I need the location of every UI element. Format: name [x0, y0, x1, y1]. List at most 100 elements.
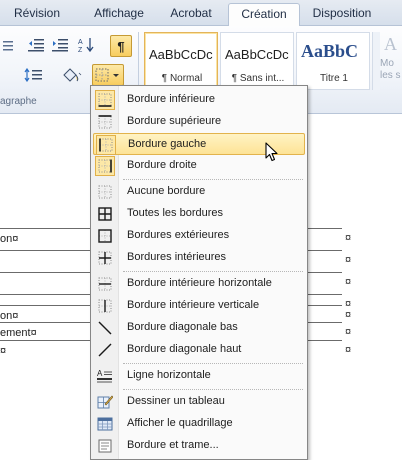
table-cell[interactable] [306, 228, 342, 250]
increase-indent-button[interactable] [50, 34, 70, 56]
menu-item-diagonal-down-border[interactable]: Bordure diagonale bas [93, 317, 305, 339]
diagonal-up-border-icon [97, 342, 113, 358]
border-left-icon [96, 135, 116, 155]
table-cell[interactable] [306, 272, 342, 294]
end-of-row-mark: ¤ [345, 344, 352, 356]
style-no-spacing[interactable]: AaBbCcDc ¶ Sans int... [220, 32, 294, 90]
border-top-icon [97, 114, 113, 130]
border-bottom-icon [95, 90, 115, 110]
line-spacing-icon [24, 68, 42, 82]
styles-gallery-scrollbar[interactable] [372, 32, 380, 90]
borders-dropdown-button[interactable] [92, 64, 124, 86]
end-of-row-mark: ¤ [345, 309, 352, 321]
tab-creation[interactable]: Création [228, 3, 300, 27]
menu-item-label: Bordure inférieure [127, 93, 216, 105]
table-cell[interactable]: on¤ [0, 228, 96, 250]
table-cell[interactable] [0, 272, 96, 294]
menu-item-label: Bordure droite [127, 159, 197, 171]
menu-item-inside-vertical-border[interactable]: Bordure intérieure verticale [93, 295, 305, 317]
end-of-row-mark: ¤ [345, 232, 352, 244]
horizontal-line-icon: A [97, 368, 113, 384]
menu-item-label: Ligne horizontale [127, 369, 211, 381]
table-cell[interactable]: ¤ [0, 340, 96, 362]
change-styles-label-2: les s [380, 70, 401, 81]
change-styles-label-1: Mo [380, 58, 394, 69]
bullets-list-icon [3, 41, 13, 51]
menu-item-label: Bordure diagonale haut [127, 343, 242, 355]
menu-item-inside-horizontal-border[interactable]: Bordure intérieure horizontale [93, 273, 305, 295]
diagonal-down-border-icon [97, 320, 113, 336]
sort-button[interactable]: AZ [76, 34, 98, 56]
style-name: ¶ Sans int... [231, 73, 285, 84]
paragraph-group-label: agraphe [0, 96, 37, 107]
borders-shading-icon [97, 438, 113, 454]
menu-item-view-gridlines[interactable]: Afficher le quadrillage [93, 413, 305, 435]
style-sample: AaBbC [301, 41, 359, 61]
menu-item-label: Aucune bordure [127, 185, 206, 197]
menu-separator [123, 363, 303, 364]
inside-borders-icon [97, 250, 113, 266]
borders-icon [95, 68, 119, 82]
sort-az-icon: AZ [78, 38, 94, 53]
change-styles-button[interactable]: A Mo les s [380, 32, 402, 102]
change-styles-icon: A [384, 34, 397, 54]
style-sample: AaBbCcDc [225, 47, 289, 62]
decrease-indent-button[interactable] [26, 34, 46, 56]
inside-vertical-border-icon [97, 298, 113, 314]
line-spacing-button[interactable] [22, 64, 46, 86]
menu-separator [123, 389, 303, 390]
ribbon-tab-bar: Révision Affichage Acrobat Création Disp… [0, 0, 402, 27]
menu-item-label: Bordure et trame... [127, 439, 219, 451]
no-border-icon [97, 184, 113, 200]
increase-indent-icon [52, 39, 68, 52]
style-heading-1[interactable]: AaBbC Titre 1 [296, 32, 370, 90]
end-of-row-mark: ¤ [345, 276, 352, 288]
menu-item-border-bottom[interactable]: Bordure inférieure [93, 89, 305, 111]
menu-item-label: Bordure supérieure [127, 115, 222, 127]
svg-text:Z: Z [78, 47, 83, 53]
menu-item-all-borders[interactable]: Toutes les bordures [93, 203, 305, 225]
show-formatting-marks-button[interactable]: ¶ [110, 35, 132, 57]
style-sample: AaBbCcDc [149, 47, 213, 62]
menu-item-border-top[interactable]: Bordure supérieure [93, 111, 305, 133]
menu-item-label: Dessiner un tableau [127, 395, 225, 407]
menu-item-no-border[interactable]: Aucune bordure [93, 181, 305, 203]
svg-text:A: A [97, 369, 103, 378]
outside-borders-icon [97, 228, 113, 244]
tab-revision[interactable]: Révision [4, 3, 70, 26]
all-borders-icon [97, 206, 113, 222]
pilcrow-icon: ¶ [117, 38, 125, 54]
view-gridlines-icon [97, 416, 113, 432]
shading-button[interactable] [58, 64, 84, 86]
svg-text:A: A [78, 39, 83, 46]
border-right-icon [95, 156, 115, 176]
tab-disposition[interactable]: Disposition [304, 3, 380, 26]
tab-acrobat[interactable]: Acrobat [162, 3, 220, 26]
menu-item-label: Afficher le quadrillage [127, 417, 233, 429]
tab-affichage[interactable]: Affichage [86, 3, 152, 26]
bullets-list-button[interactable] [0, 34, 14, 56]
table-cell[interactable] [306, 250, 342, 272]
svg-text:A: A [384, 34, 397, 54]
menu-item-inside-borders[interactable]: Bordures intérieures [93, 247, 305, 269]
menu-item-label: Bordure diagonale bas [127, 321, 238, 333]
menu-item-borders-shading[interactable]: Bordure et trame... [93, 435, 305, 457]
paint-bucket-icon [63, 68, 82, 82]
style-name: ¶ Normal [161, 73, 203, 84]
menu-item-draw-table[interactable]: Dessiner un tableau [93, 391, 305, 413]
menu-separator [123, 179, 303, 180]
menu-item-horizontal-line[interactable]: A Ligne horizontale [93, 365, 305, 387]
menu-item-label: Bordures extérieures [127, 229, 230, 241]
menu-item-label: Bordures intérieures [127, 251, 227, 263]
end-of-row-mark: ¤ [345, 254, 352, 266]
style-normal[interactable]: AaBbCcDc ¶ Normal [144, 32, 218, 90]
menu-separator [123, 271, 303, 272]
style-name: Titre 1 [320, 73, 348, 84]
menu-item-diagonal-up-border[interactable]: Bordure diagonale haut [93, 339, 305, 361]
end-of-row-mark: ¤ [345, 326, 352, 338]
menu-item-outside-borders[interactable]: Bordures extérieures [93, 225, 305, 247]
table-cell[interactable] [306, 340, 342, 362]
inside-horizontal-border-icon [97, 276, 113, 292]
draw-table-icon [97, 394, 113, 410]
table-cell[interactable] [0, 250, 96, 272]
